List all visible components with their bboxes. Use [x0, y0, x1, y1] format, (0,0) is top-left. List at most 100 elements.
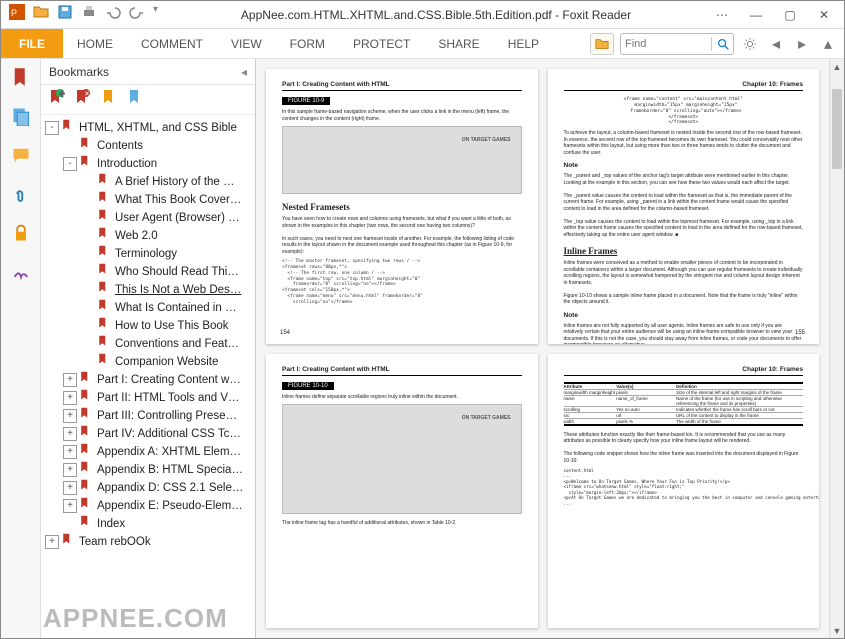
open-icon[interactable]: [33, 4, 49, 25]
tree-expander-icon[interactable]: +: [63, 463, 77, 477]
scroll-down-icon[interactable]: ▼: [830, 623, 844, 638]
note-body: The _parent and _top values of the ancho…: [564, 173, 804, 238]
quick-search-dropdown-icon[interactable]: [590, 33, 614, 55]
expand-bookmark-icon[interactable]: ➕: [49, 89, 65, 110]
bookmark-item[interactable]: +How to Use This Book: [41, 317, 255, 335]
signatures-panel-icon[interactable]: [11, 262, 31, 287]
undo-icon[interactable]: [105, 4, 121, 25]
bookmark-label: Companion Website: [115, 353, 218, 371]
bookmark-item[interactable]: +Appendix E: Pseudo-Elem…: [41, 497, 255, 515]
bookmark-item[interactable]: +Companion Website: [41, 353, 255, 371]
bookmark-item[interactable]: +Web 2.0: [41, 227, 255, 245]
maximize-button[interactable]: ▢: [774, 4, 806, 26]
tree-expander-icon[interactable]: +: [63, 409, 77, 423]
overflow-icon[interactable]: ⋯: [706, 4, 738, 26]
bookmark-item[interactable]: -HTML, XHTML, and CSS Bible: [41, 119, 255, 137]
nav-prev-icon[interactable]: ◂: [766, 33, 786, 55]
close-button[interactable]: ✕: [808, 4, 840, 26]
scrollbar-thumb[interactable]: [832, 89, 842, 169]
bookmark-label: Terminology: [115, 245, 177, 263]
bookmark-item[interactable]: +What This Book Cover…: [41, 191, 255, 209]
nav-next-icon[interactable]: ▸: [792, 33, 812, 55]
tree-expander-icon[interactable]: -: [63, 157, 77, 171]
bookmark-item[interactable]: +Conventions and Feat…: [41, 335, 255, 353]
comments-panel-icon[interactable]: [11, 145, 31, 170]
bookmark-icon: [97, 245, 111, 263]
search-input[interactable]: [621, 38, 711, 50]
bookmarks-panel-icon[interactable]: [11, 67, 31, 92]
bookmark-item[interactable]: +What Is Contained in …: [41, 299, 255, 317]
pages-panel-icon[interactable]: [11, 106, 31, 131]
print-icon[interactable]: [81, 4, 97, 25]
tree-expander-icon[interactable]: +: [63, 427, 77, 441]
bookmark-item[interactable]: -Introduction: [41, 155, 255, 173]
bookmark-icon: [97, 227, 111, 245]
view-menu[interactable]: VIEW: [217, 29, 276, 58]
settings-gear-icon[interactable]: [740, 33, 760, 55]
bookmark-icon: [79, 389, 93, 407]
file-menu[interactable]: FILE: [1, 29, 63, 58]
minimize-button[interactable]: —: [740, 4, 772, 26]
bookmark-icon: [97, 209, 111, 227]
bookmark-label: Appandix D: CSS 2.1 Sele…: [97, 479, 243, 497]
page-154: Part I: Creating Content with HTML FIGUR…: [266, 69, 538, 344]
bookmark-item[interactable]: +Who Should Read Thi…: [41, 263, 255, 281]
vertical-scrollbar[interactable]: ▲ ▼: [829, 59, 844, 638]
page-number: 154: [280, 330, 290, 336]
figure-label: FIGURE 10-9: [282, 97, 330, 105]
bookmark-label: Contents: [97, 137, 143, 155]
home-menu[interactable]: HOME: [63, 29, 127, 58]
bookmark-icon: [79, 479, 93, 497]
bookmark-item[interactable]: +Team rebOOk: [41, 533, 255, 551]
scroll-up-icon[interactable]: ▲: [830, 59, 844, 74]
tree-expander-icon[interactable]: +: [63, 445, 77, 459]
search-go-button[interactable]: [711, 37, 733, 51]
comment-menu[interactable]: COMMENT: [127, 29, 217, 58]
tree-expander-icon[interactable]: +: [63, 499, 77, 513]
bookmark-item[interactable]: +Index: [41, 515, 255, 533]
bookmark-icon: [61, 119, 75, 137]
new-bookmark-icon[interactable]: [101, 89, 117, 110]
bookmark-item[interactable]: +A Brief History of the …: [41, 173, 255, 191]
panel-menu-icon[interactable]: ◂: [241, 65, 247, 79]
help-menu[interactable]: HELP: [494, 29, 553, 58]
bookmark-label: What This Book Cover…: [115, 191, 241, 209]
redo-icon[interactable]: [129, 4, 145, 25]
share-menu[interactable]: SHARE: [424, 29, 493, 58]
page-part-label: Chapter 10: Frames: [742, 81, 803, 88]
tree-expander-icon[interactable]: +: [45, 535, 59, 549]
protect-menu[interactable]: PROTECT: [339, 29, 424, 58]
tree-expander-icon[interactable]: -: [45, 121, 59, 135]
save-icon[interactable]: [57, 4, 73, 25]
bookmark-icon: [79, 461, 93, 479]
bookmark-item[interactable]: +Part III: Controlling Prese…: [41, 407, 255, 425]
collapse-ribbon-icon[interactable]: ▴: [818, 33, 838, 55]
svg-text:✕: ✕: [84, 91, 90, 98]
bookmark-label: Part I: Creating Content w…: [97, 371, 241, 389]
bookmark-item[interactable]: +Appendix B: HTML Specia…: [41, 461, 255, 479]
page-part-label: Chapter 10: Frames: [742, 366, 803, 373]
bookmark-label: How to Use This Book: [115, 317, 229, 335]
bookmark-icon: [79, 137, 93, 155]
body-text: Inline frames were conceived as a method…: [564, 260, 804, 306]
bookmark-item[interactable]: +User Agent (Browser) …: [41, 209, 255, 227]
bookmark-item[interactable]: +Appendix A: XHTML Elem…: [41, 443, 255, 461]
bookmark-item[interactable]: + Part I: Creating Content w…: [41, 371, 255, 389]
bookmark-item[interactable]: +Part IV: Additional CSS Tc…: [41, 425, 255, 443]
attachments-panel-icon[interactable]: [11, 184, 31, 209]
page-part-label: Part I: Creating Content with HTML: [282, 366, 390, 373]
bookmark-item[interactable]: + Appandix D: CSS 2.1 Sele…: [41, 479, 255, 497]
bookmark-item[interactable]: +Contents: [41, 137, 255, 155]
tree-expander-icon[interactable]: +: [63, 391, 77, 405]
collapse-bookmark-icon[interactable]: ✕: [75, 89, 91, 110]
security-panel-icon[interactable]: [11, 223, 31, 248]
tree-expander-icon[interactable]: +: [63, 481, 77, 495]
tree-expander-icon[interactable]: +: [63, 373, 77, 387]
bookmark-item[interactable]: +Part II: HTML Tools and V…: [41, 389, 255, 407]
bookmark-item[interactable]: +Terminology: [41, 245, 255, 263]
bookmark-item[interactable]: +This Is Not a Web Des…: [41, 281, 255, 299]
toolbar-dropdown-icon[interactable]: ▾: [153, 4, 158, 25]
form-menu[interactable]: FORM: [276, 29, 339, 58]
bookmark-icon: [79, 515, 93, 533]
bookmark-options-icon[interactable]: [127, 89, 143, 110]
